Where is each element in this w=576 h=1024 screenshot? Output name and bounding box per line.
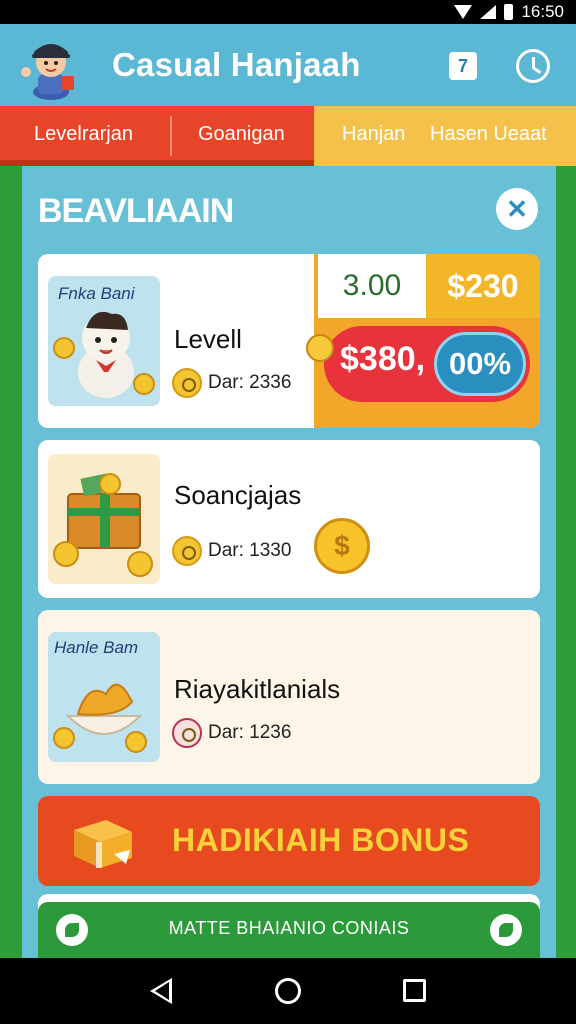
close-button[interactable]: ✕ — [496, 188, 538, 230]
card-meta-text: Dar: 2336 — [208, 372, 292, 393]
coin-icon — [172, 536, 202, 566]
price-value-primary: 3.00 — [318, 254, 426, 318]
emblem-icon — [172, 718, 202, 748]
card-meta-text: Dar: 1236 — [208, 722, 292, 743]
gift-box-thumbnail — [48, 454, 160, 584]
bonus-banner[interactable]: HADIKIAIH BONUS — [38, 796, 540, 886]
promo-price: $380, — [340, 340, 426, 378]
status-bar: 16:50 — [0, 0, 576, 24]
card-title: Riayakitlanials — [174, 674, 341, 704]
offer-card-soancjajas[interactable]: Soancjajas Dar: 1330 $ — [38, 440, 540, 598]
action-label: MATTE BHAIANIO CONIAIS — [168, 918, 410, 938]
price-panel: 3.00 $230 $380, 00% — [306, 254, 540, 428]
thumb-caption: Hanle Bam — [54, 638, 139, 657]
card-meta: Dar: 2336 — [172, 368, 291, 398]
action-bar: MATTE BHAIANIO CONIAIS — [38, 894, 540, 958]
help-button[interactable]: 7 — [449, 52, 477, 80]
treasure-box-icon — [48, 454, 160, 584]
card-title: Soancjajas — [174, 480, 302, 510]
recent-apps-icon[interactable] — [403, 979, 426, 1002]
card-title: Levell — [174, 324, 242, 354]
app-header: Casual Hanjaah 7 — [0, 24, 576, 106]
tab-group-inactive: Hanjan Hasen Ueaat — [314, 106, 576, 166]
mascot-avatar-icon — [21, 44, 74, 100]
tab-levelrarjan[interactable]: Levelrarjan — [34, 123, 133, 146]
tab-group-active: Levelrarjan Goanigan — [0, 106, 314, 166]
clover-icon — [490, 914, 522, 946]
card-meta: Dar: 1330 — [172, 536, 291, 566]
tab-bar: Levelrarjan Goanigan Hanjan Hasen Ueaat — [0, 106, 576, 166]
back-icon[interactable] — [150, 978, 172, 1004]
dollar-coin-icon: $ — [314, 518, 370, 574]
price-value-secondary: $230 — [426, 254, 540, 318]
coin-icon — [306, 334, 334, 362]
signal-icon — [480, 5, 497, 19]
coin-icon — [172, 368, 202, 398]
cat-mascot-thumbnail: Fnka Bani — [48, 276, 160, 406]
offer-card-riayakitlanials[interactable]: Hanle Bam Riayakitlanials Dar: 1236 — [38, 610, 540, 784]
wifi-icon — [454, 5, 473, 19]
promo-button[interactable]: $380, 00% — [324, 326, 530, 402]
gift-box-icon — [74, 820, 132, 868]
status-time: 16:50 — [521, 2, 564, 21]
section-title: BEAVLIAAIN — [38, 192, 234, 230]
battery-icon — [504, 4, 514, 20]
main-panel: BEAVLIAAIN ✕ Fnka Bani Levell Dar: 2336 … — [22, 166, 556, 958]
app-title: Casual Hanjaah — [112, 46, 361, 83]
tab-divider — [170, 116, 172, 156]
action-button[interactable]: MATTE BHAIANIO CONIAIS — [38, 902, 540, 958]
card-meta-text: Dar: 1330 — [208, 540, 292, 561]
thumb-caption: Fnka Bani — [58, 284, 135, 303]
tab-hasen-ueaat[interactable]: Hasen Ueaat — [430, 123, 547, 146]
tab-hanjan[interactable]: Hanjan — [342, 123, 405, 146]
bonus-label: HADIKIAIH BONUS — [172, 822, 470, 858]
tab-goanigan[interactable]: Goanigan — [198, 123, 285, 146]
clock-icon[interactable] — [516, 49, 550, 83]
offer-card-levell[interactable]: Fnka Bani Levell Dar: 2336 3.00 $230 $38… — [38, 254, 540, 428]
system-nav-bar — [0, 958, 576, 1024]
card-meta: Dar: 1236 — [172, 718, 291, 748]
discount-badge: 00% — [434, 332, 526, 396]
coin-bowl-thumbnail: Hanle Bam — [48, 632, 160, 762]
home-icon[interactable] — [275, 978, 301, 1004]
